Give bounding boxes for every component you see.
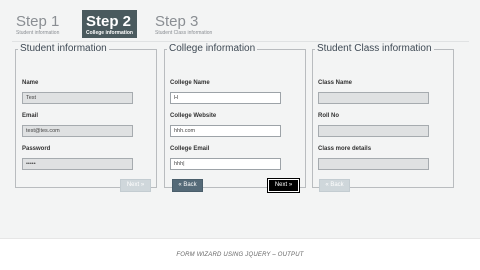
- name-label: Name: [22, 80, 39, 86]
- student-next-button[interactable]: Next »: [120, 179, 151, 192]
- class-name-field[interactable]: [318, 92, 429, 104]
- step-1-number: Step 1: [16, 13, 60, 30]
- student-info-legend: Student information: [20, 43, 107, 54]
- class-back-button[interactable]: « Back: [319, 179, 350, 192]
- college-info-panel: College information College Name H Colle…: [164, 43, 306, 193]
- college-website-field[interactable]: hhh.com: [170, 125, 281, 137]
- class-details-field[interactable]: [318, 158, 429, 170]
- password-label: Password: [22, 146, 51, 152]
- class-name-label: Class Name: [318, 80, 353, 86]
- step-divider: [12, 41, 469, 42]
- college-website-label: College Website: [170, 113, 217, 119]
- step-3-subtitle: Student Class information: [155, 30, 213, 36]
- step-2[interactable]: Step 2 College information: [82, 10, 137, 38]
- class-info-panel: Student Class information Class Name Rol…: [312, 43, 454, 192]
- college-info-legend: College information: [169, 43, 256, 54]
- footer-divider: [0, 238, 480, 239]
- student-info-panel: Student information Name Test Email test…: [15, 43, 157, 192]
- roll-no-field[interactable]: [318, 125, 429, 137]
- step-1-subtitle: Student information: [16, 30, 60, 36]
- step-1[interactable]: Step 1 Student information: [16, 10, 59, 38]
- step-3[interactable]: Step 3 Student Class information: [155, 10, 212, 38]
- name-field[interactable]: Test: [22, 92, 133, 104]
- class-info-legend: Student Class information: [317, 43, 432, 54]
- college-email-label: College Email: [170, 146, 210, 152]
- password-field[interactable]: •••••: [22, 158, 133, 170]
- college-name-field[interactable]: H: [170, 92, 281, 104]
- email-field[interactable]: test@tes.com: [22, 125, 133, 137]
- step-2-subtitle: College information: [86, 30, 133, 36]
- wizard-stage: Step 1 Student information Step 2 Colleg…: [0, 0, 480, 238]
- college-next-button[interactable]: Next »: [267, 178, 300, 193]
- caption: FORM WIZARD USING JQUERY – OUTPUT: [176, 252, 304, 258]
- college-name-label: College Name: [170, 80, 210, 86]
- step-2-number: Step 2: [86, 13, 132, 30]
- class-details-label: Class more details: [318, 146, 372, 152]
- email-label: Email: [22, 113, 39, 119]
- roll-no-label: Roll No: [318, 113, 339, 119]
- step-3-number: Step 3: [155, 13, 199, 30]
- college-back-button[interactable]: « Back: [172, 179, 203, 192]
- college-email-field[interactable]: hhh|: [170, 158, 281, 170]
